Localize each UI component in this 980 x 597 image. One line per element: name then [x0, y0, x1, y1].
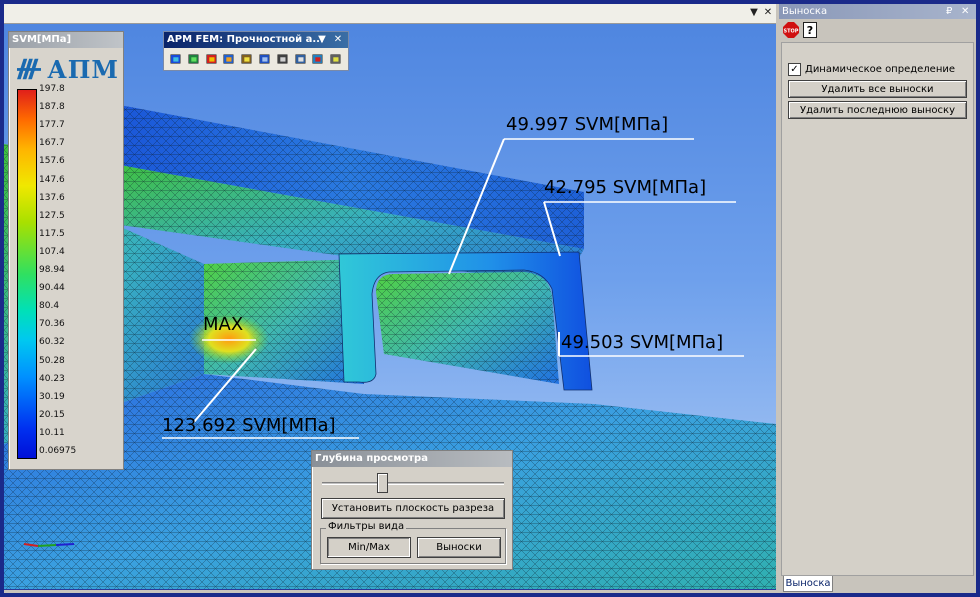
depth-slider-thumb[interactable] [376, 473, 388, 493]
legend-tick-label: 40.23 [39, 373, 65, 384]
depth-slider-track[interactable] [322, 482, 504, 485]
callout-label-3[interactable]: 49.503 SVM[МПа] [561, 332, 723, 353]
close-icon[interactable]: ✕ [961, 4, 969, 19]
dynamic-checkbox-label: Динамическое определение [805, 64, 956, 75]
filters-label: Фильтры вида [326, 521, 407, 532]
apm-fem-toolbar: APM FEM: Прочностной а... ▼ ✕ [163, 31, 349, 71]
legend-tick-label: 98.94 [39, 265, 65, 275]
svg-text:?: ? [807, 24, 813, 37]
panel-content: ✓ Динамическое определение Удалить все в… [781, 42, 974, 576]
max-marker-label: MAX [203, 314, 244, 335]
legend-title: SVM[МПа] [9, 32, 123, 48]
logo-text: АПМ [47, 54, 119, 84]
wave-icon[interactable] [257, 51, 273, 67]
apm-logo-mark [17, 58, 42, 80]
legend-tick-label: 167.7 [39, 138, 65, 149]
callout-panel: Выноска ₽ ✕ STOP ? ✓ Динамическое опреде… [779, 4, 976, 593]
legend-tick-label: 127.5 [39, 210, 65, 221]
tab-callout[interactable]: Выноска [783, 576, 833, 592]
delete-last-callout-button[interactable]: Удалить последнюю выноску [788, 101, 967, 119]
toolbar-icon-row [164, 48, 348, 70]
results-icon[interactable] [204, 51, 220, 67]
legend-tick-label: 60.32 [39, 337, 65, 348]
legend-tick-label: 10.11 [39, 427, 65, 438]
stop-icon[interactable]: STOP [783, 22, 799, 38]
legend-tick-label: 117.5 [39, 228, 65, 239]
pin-icon[interactable]: ₽ [946, 4, 952, 19]
callout-label-1[interactable]: 49.997 SVM[МПа] [506, 114, 668, 135]
legend-tick-label: 187.8 [39, 102, 65, 113]
legend-tick-label: 80.4 [39, 301, 60, 312]
graph-icon[interactable] [275, 51, 291, 67]
set-section-plane-button[interactable]: Установить плоскость разреза [321, 498, 505, 519]
legend-tick-label: 177.7 [39, 120, 65, 131]
settings-icon[interactable] [328, 51, 344, 67]
dynamic-checkbox[interactable]: ✓ [788, 63, 801, 76]
chevron-down-icon[interactable]: ▼ [316, 33, 328, 46]
close-icon[interactable]: ✕ [332, 33, 344, 46]
callout-label-4[interactable]: 123.692 SVM[МПа] [162, 415, 336, 436]
legend-tick-label: 147.6 [39, 174, 65, 185]
panel-title: Выноска [782, 6, 828, 17]
minmax-filter-button[interactable]: Min/Max [327, 537, 411, 558]
panel-toolbar: STOP ? [779, 19, 976, 41]
mesh-icon[interactable] [186, 51, 202, 67]
callouts-filter-button[interactable]: Выноски [417, 537, 501, 558]
stress-legend: SVM[МПа] АПМ 197.8 187.8 177.7 167.7 157.6 14… [8, 31, 124, 470]
apm-logo: АПМ [17, 54, 119, 84]
view-depth-dialog: Глубина просмотра Установить плоскость р… [311, 450, 513, 570]
table-icon[interactable] [310, 51, 326, 67]
help-icon[interactable]: ? [803, 22, 817, 38]
legend-tick-label: 137.6 [39, 192, 65, 203]
legend-color-bar [17, 89, 37, 459]
callout-label-2[interactable]: 42.795 SVM[МПа] [544, 177, 706, 198]
toolbar-title: APM FEM: Прочностной а... [167, 34, 324, 45]
legend-tick-label: 50.28 [39, 355, 65, 366]
legend-tick-label: 70.36 [39, 319, 65, 330]
dialog-title: Глубина просмотра [312, 451, 512, 467]
model-icon[interactable] [293, 51, 309, 67]
legend-tick-label: 90.44 [39, 283, 65, 294]
legend-tick-label: 20.15 [39, 409, 65, 420]
legend-tick-label: 157.6 [39, 156, 65, 167]
document-header: ▼ ✕ [4, 4, 776, 24]
legend-tick-label: 0.06975 [39, 446, 77, 456]
cube-icon[interactable] [221, 51, 237, 67]
doc-close-button[interactable]: ✕ [760, 6, 776, 20]
deform-icon[interactable] [239, 51, 255, 67]
scale-icon[interactable] [168, 51, 184, 67]
svg-text:STOP: STOP [784, 29, 799, 35]
legend-tick-label: 30.19 [39, 391, 65, 402]
legend-tick-label: 197.8 [39, 84, 65, 94]
legend-tick-label: 107.4 [39, 246, 65, 257]
delete-all-callouts-button[interactable]: Удалить все выноски [788, 80, 967, 98]
